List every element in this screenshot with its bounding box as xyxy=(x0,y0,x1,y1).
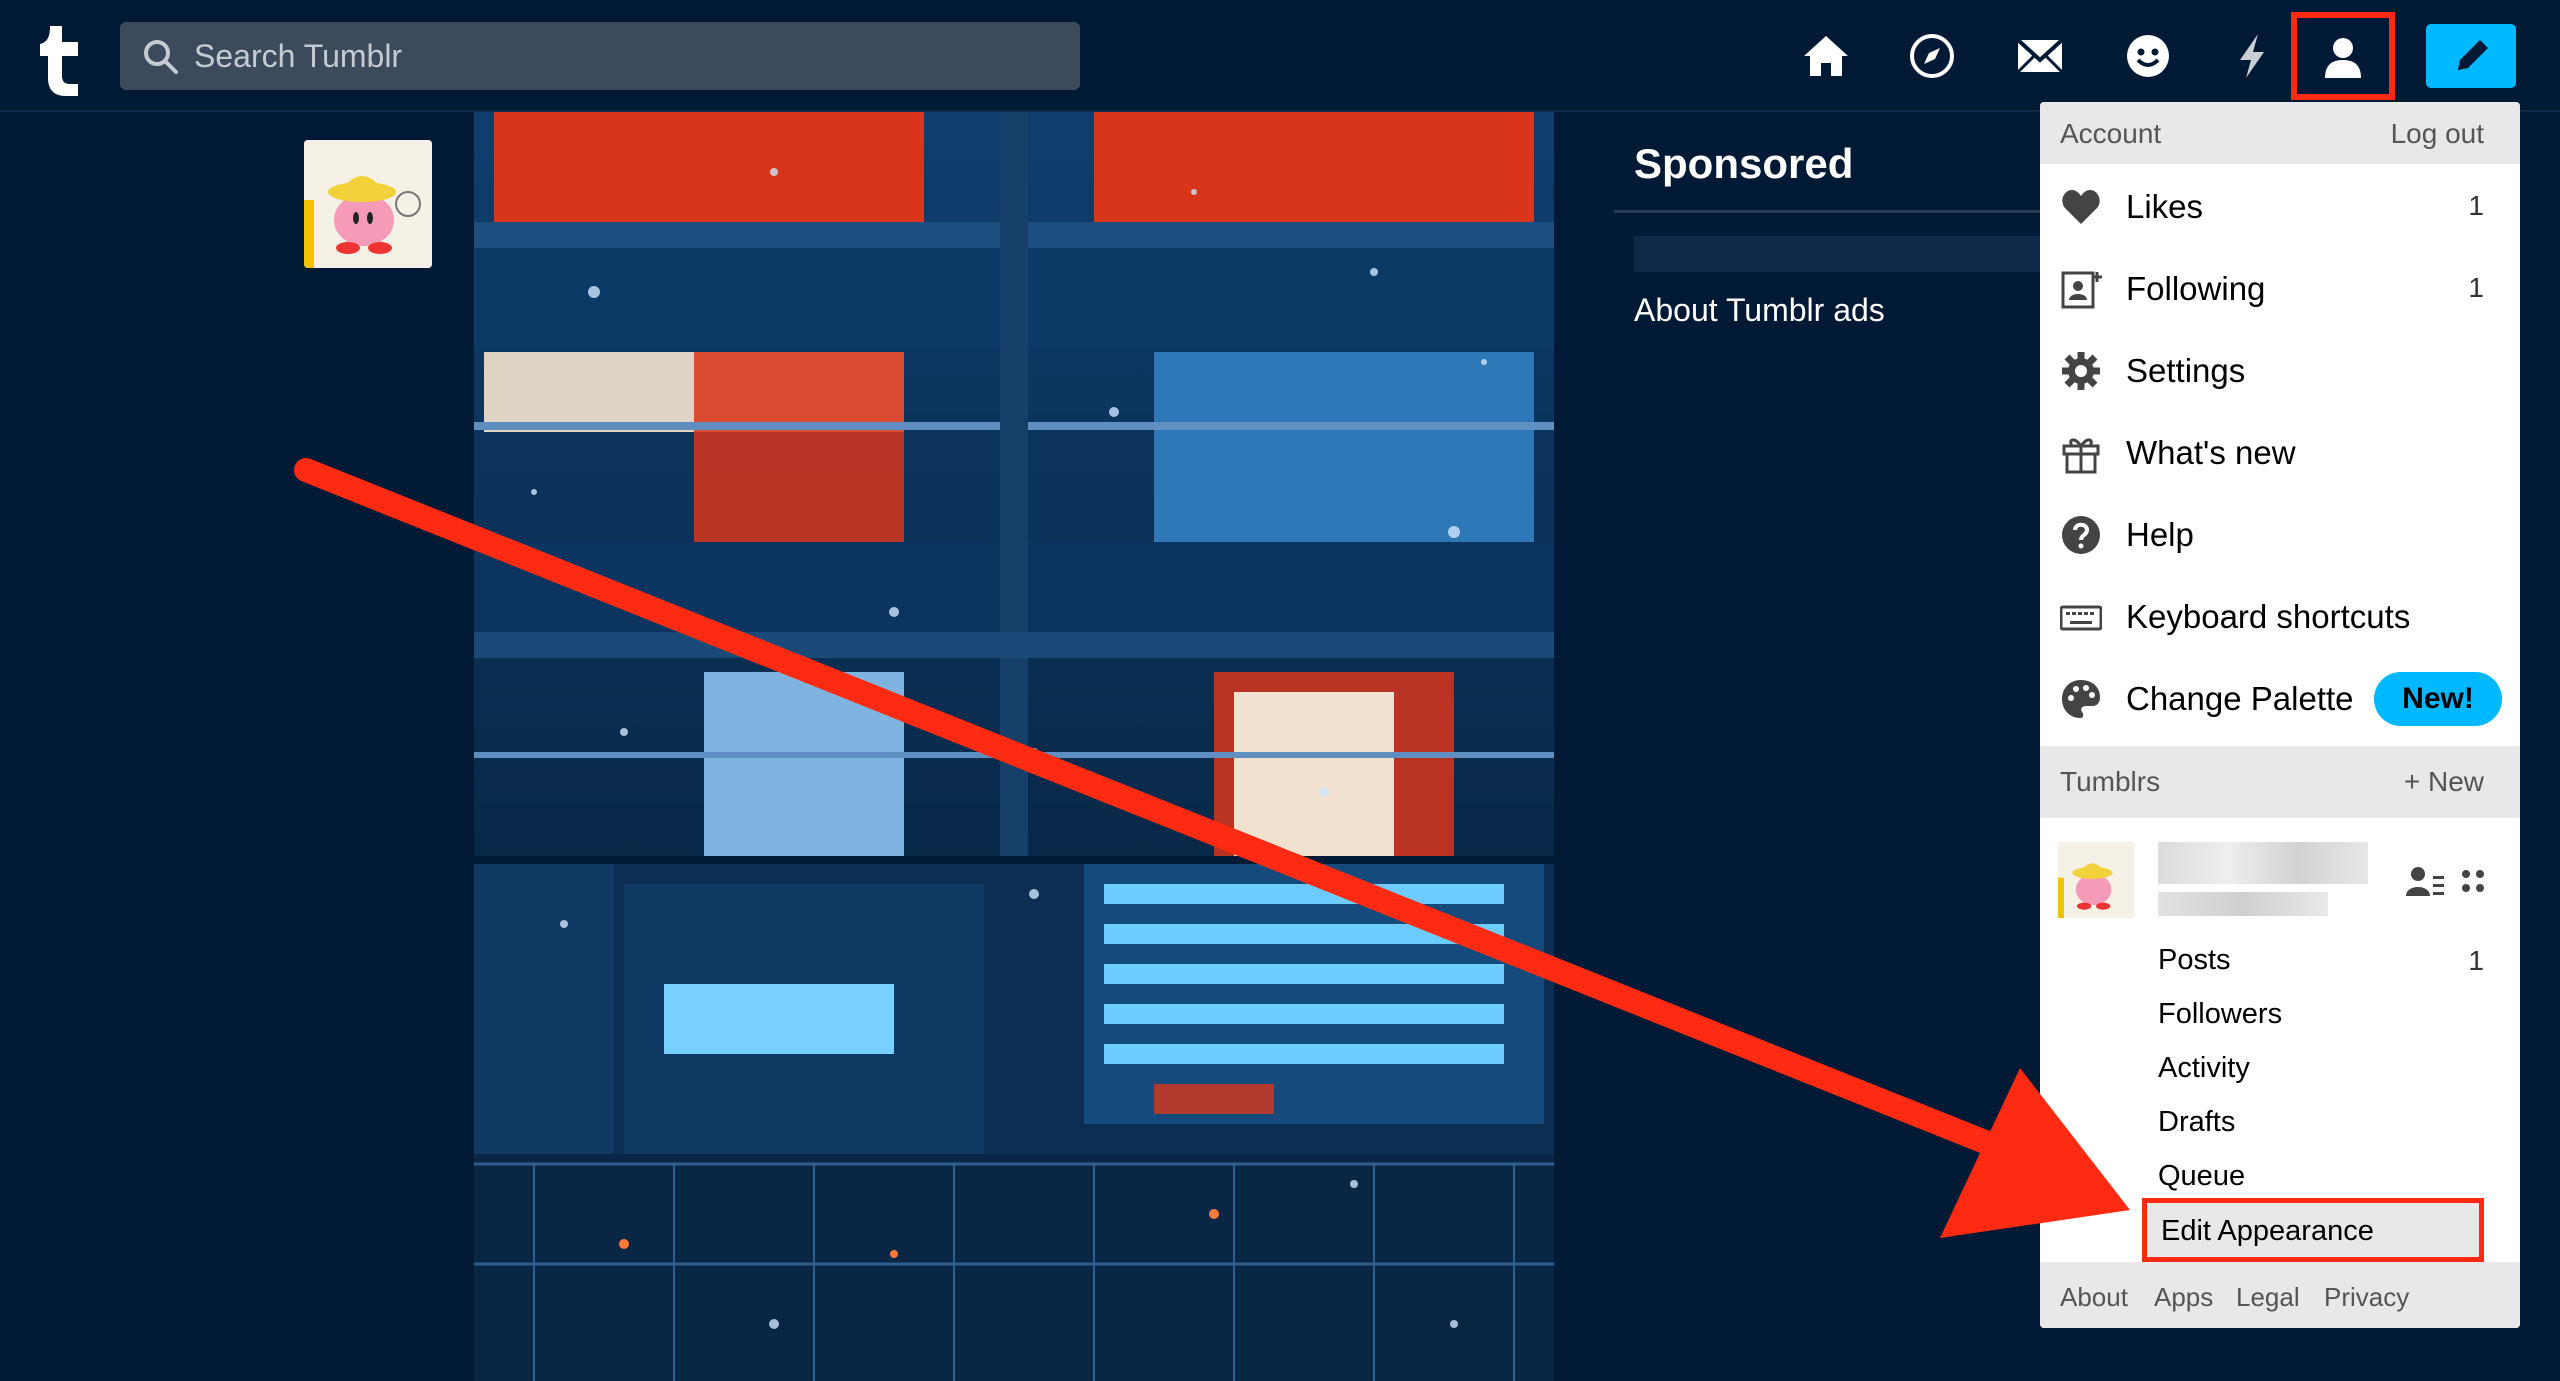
posts-count: 1 xyxy=(2468,945,2484,976)
following-icon xyxy=(2061,271,2102,309)
kirby-avatar-image xyxy=(304,140,432,268)
blog-sub-item-activity[interactable]: Activity xyxy=(2158,1052,2250,1085)
menu-item-label: Following xyxy=(2126,270,2266,307)
menu-item-change-palette[interactable]: Change Palette New! xyxy=(2040,658,2520,740)
account-icon xyxy=(2325,38,2361,78)
new-badge: New! xyxy=(2374,672,2502,726)
tumblr-logo-icon[interactable] xyxy=(38,20,88,96)
post-author-avatar[interactable] xyxy=(304,140,432,268)
explore-icon[interactable] xyxy=(1906,30,1958,82)
top-navigation-bar: Search Tumblr xyxy=(0,0,2560,112)
menu-item-label: Change Palette xyxy=(2126,680,2354,717)
post-image-city-night[interactable] xyxy=(474,864,1554,1381)
help-icon xyxy=(2062,516,2100,554)
logout-link[interactable]: Log out xyxy=(2391,118,2484,150)
kirby-avatar-image xyxy=(2058,842,2134,918)
tumblrs-header: Tumblrs + New xyxy=(2040,746,2520,818)
compose-button[interactable] xyxy=(2426,24,2516,88)
search-icon xyxy=(144,40,178,74)
menu-item-likes[interactable]: Likes 1 xyxy=(2040,166,2520,248)
menu-item-count: 1 xyxy=(2468,190,2484,221)
footer-link-privacy[interactable]: Privacy xyxy=(2324,1282,2409,1313)
blog-sub-item-followers[interactable]: Followers xyxy=(2158,998,2282,1031)
post-image-apartment-night[interactable] xyxy=(474,112,1554,856)
new-tumblr-link[interactable]: + New xyxy=(2404,766,2484,798)
palette-icon xyxy=(2062,680,2100,718)
blurred-blog-name xyxy=(2158,842,2368,884)
sponsored-divider xyxy=(1614,210,2044,213)
compose-icon xyxy=(2458,40,2488,70)
blog-entry[interactable] xyxy=(2040,820,2520,930)
footer-link-apps[interactable]: Apps xyxy=(2154,1282,2213,1313)
blog-sub-item-edit-appearance[interactable]: Edit Appearance xyxy=(2161,1215,2374,1248)
menu-item-following[interactable]: Following 1 xyxy=(2040,248,2520,330)
edit-appearance-highlight[interactable]: Edit Appearance xyxy=(2142,1198,2484,1262)
menu-item-label: What's new xyxy=(2126,434,2296,471)
menu-item-keyboard-shortcuts[interactable]: Keyboard shortcuts xyxy=(2040,576,2520,658)
menu-item-whats-new[interactable]: What's new xyxy=(2040,412,2520,494)
blog-members-icon[interactable] xyxy=(2406,864,2444,900)
footer-link-about[interactable]: About xyxy=(2060,1282,2128,1313)
menu-item-label: Keyboard shortcuts xyxy=(2126,598,2411,635)
menu-item-label: Likes xyxy=(2126,188,2204,225)
about-tumblr-ads-link[interactable]: About Tumblr ads xyxy=(1634,292,1885,329)
blurred-blog-title xyxy=(2158,892,2328,916)
sponsored-heading: Sponsored xyxy=(1634,140,1854,187)
blog-avatar xyxy=(2058,842,2134,918)
menu-item-help[interactable]: Help xyxy=(2040,494,2520,576)
messages-icon[interactable] xyxy=(2122,30,2174,82)
menu-footer: About Apps Legal Privacy xyxy=(2040,1262,2520,1328)
blog-sub-item-drafts[interactable]: Drafts xyxy=(2158,1106,2235,1139)
drag-handle-icon[interactable] xyxy=(2460,866,2486,896)
apartment-illustration xyxy=(474,112,1554,856)
heart-icon xyxy=(2062,190,2100,224)
account-dropdown-menu: Account Log out Likes 1 Following 1 Sett… xyxy=(2040,102,2520,1328)
menu-item-label: Settings xyxy=(2126,352,2246,389)
gift-icon xyxy=(2062,438,2100,474)
keyboard-icon xyxy=(2060,605,2102,631)
menu-item-settings[interactable]: Settings xyxy=(2040,330,2520,412)
home-icon[interactable] xyxy=(1800,30,1852,82)
account-button[interactable] xyxy=(2291,12,2395,100)
gear-icon xyxy=(2062,352,2100,390)
account-menu-header: Account Log out xyxy=(2040,102,2520,164)
menu-item-label: Help xyxy=(2126,516,2194,553)
tumblrs-label: Tumblrs xyxy=(2060,766,2161,797)
activity-icon[interactable] xyxy=(2226,30,2278,82)
city-illustration xyxy=(474,864,1554,1381)
search-bar[interactable]: Search Tumblr xyxy=(120,22,1080,90)
menu-item-count: 1 xyxy=(2468,272,2484,303)
blog-sub-item-queue[interactable]: Queue xyxy=(2158,1160,2245,1193)
search-placeholder: Search Tumblr xyxy=(194,38,403,74)
blog-sub-item-posts[interactable]: Posts xyxy=(2158,944,2231,977)
account-label: Account xyxy=(2060,118,2162,149)
sponsored-ad-placeholder xyxy=(1634,236,2044,272)
footer-link-legal[interactable]: Legal xyxy=(2236,1282,2300,1313)
inbox-icon[interactable] xyxy=(2014,30,2066,82)
